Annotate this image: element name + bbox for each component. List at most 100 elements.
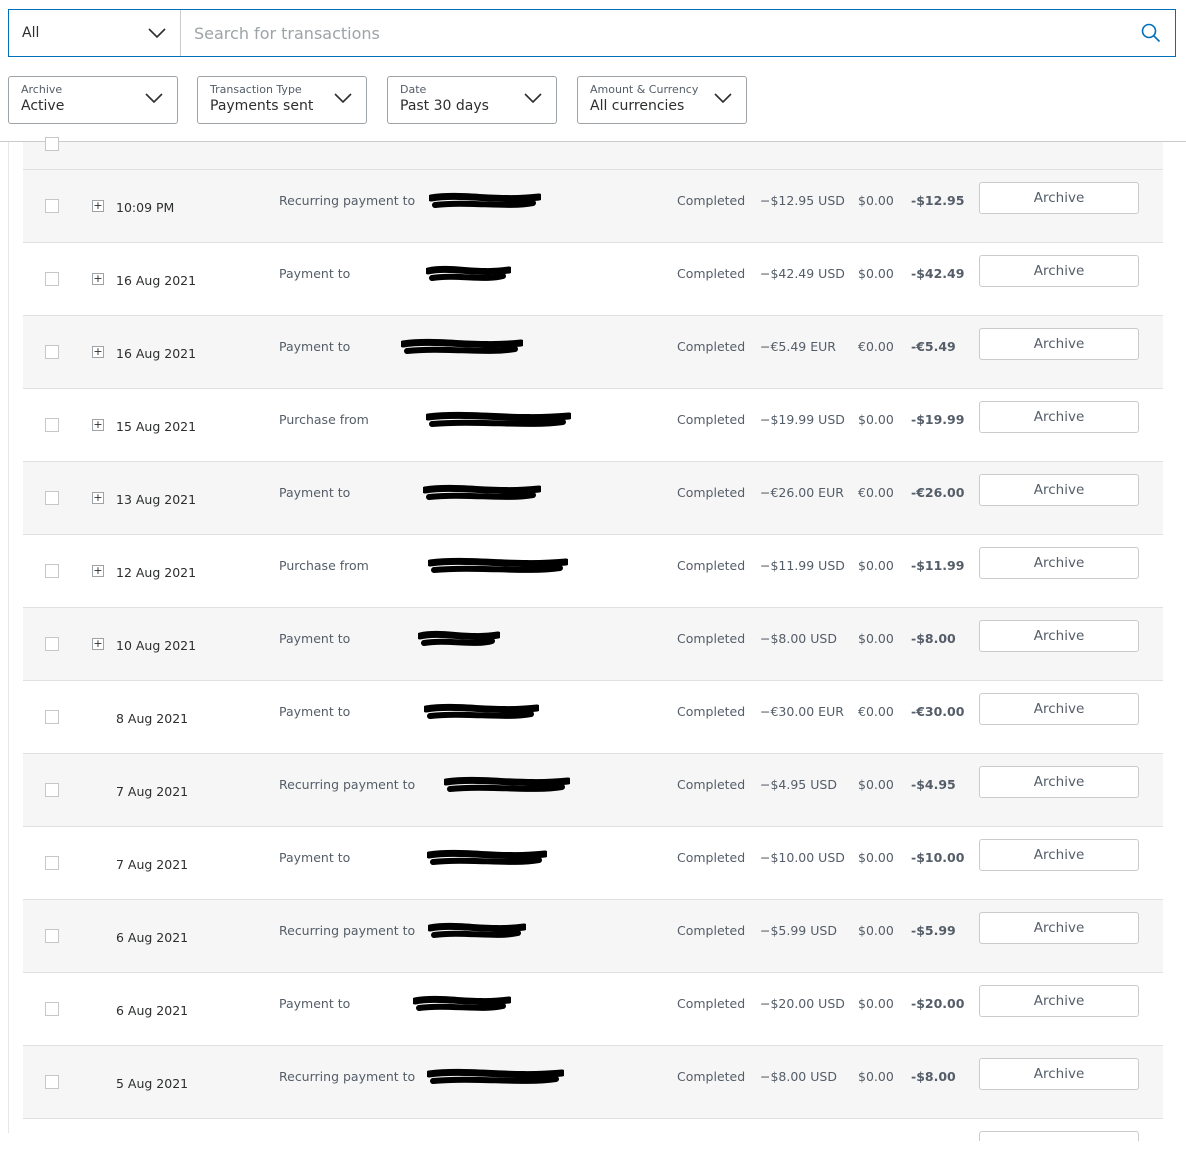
transaction-net: -$19.99 <box>911 412 965 427</box>
expand-icon[interactable]: + <box>92 200 104 212</box>
expand-icon[interactable]: + <box>92 565 104 577</box>
row-checkbox[interactable] <box>45 856 59 870</box>
filter-value: Past 30 days <box>400 98 489 114</box>
transaction-fee: $0.00 <box>858 412 894 427</box>
table-row[interactable]: 5 Aug 2021 Recurring payment to Completed −… <box>23 1046 1163 1119</box>
archive-button[interactable]: Archive <box>979 328 1139 360</box>
table-row <box>23 1119 1163 1159</box>
archive-button[interactable]: Archive <box>979 620 1139 652</box>
transaction-status: Completed <box>677 558 746 573</box>
archive-button[interactable]: Archive <box>979 766 1139 798</box>
transaction-fee: $0.00 <box>858 777 894 792</box>
table-row[interactable]: +10:09 PM Recurring payment to Completed −$… <box>23 170 1163 243</box>
transaction-date: 7 Aug 2021 <box>116 784 189 799</box>
table-row[interactable]: 7 Aug 2021 Recurring payment to Completed −… <box>23 754 1163 827</box>
expand-icon[interactable]: + <box>92 273 104 285</box>
table-row[interactable]: 7 Aug 2021 Payment to Completed −$10.00 USD… <box>23 827 1163 900</box>
redacted-counterparty <box>424 703 539 719</box>
table-row[interactable]: 6 Aug 2021 Payment to Completed −$20.00 USD… <box>23 973 1163 1046</box>
row-checkbox[interactable] <box>45 783 59 797</box>
table-row[interactable]: +10 Aug 2021 Payment to Completed −$8.00 US… <box>23 608 1163 681</box>
transaction-date: 6 Aug 2021 <box>116 1003 189 1018</box>
table-row[interactable]: +12 Aug 2021 Purchase from Completed −$11.9… <box>23 535 1163 608</box>
transaction-fee: $0.00 <box>858 923 894 938</box>
transaction-net: -$20.00 <box>911 996 965 1011</box>
filter-value: Active <box>21 98 65 114</box>
transaction-description: Purchase from <box>279 412 369 427</box>
transaction-fee: €0.00 <box>858 485 894 500</box>
filter-date[interactable]: Date Past 30 days <box>387 76 557 124</box>
archive-button[interactable]: Archive <box>979 985 1139 1017</box>
row-checkbox[interactable] <box>45 491 59 505</box>
filter-label: Date <box>400 83 427 96</box>
transaction-status: Completed <box>677 996 746 1011</box>
redacted-counterparty <box>427 1068 564 1084</box>
transaction-gross: −$12.95 USD <box>760 193 845 208</box>
search-scope-value: All <box>22 25 40 41</box>
transaction-date: 15 Aug 2021 <box>116 419 197 434</box>
redacted-counterparty <box>401 338 523 354</box>
transaction-status: Completed <box>677 412 746 427</box>
table-row[interactable]: +13 Aug 2021 Payment to Completed −€26.00 E… <box>23 462 1163 535</box>
chevron-down-icon <box>524 93 542 103</box>
table-row[interactable]: +16 Aug 2021 Payment to Completed −$42.49 U… <box>23 243 1163 316</box>
search-icon[interactable] <box>1141 23 1161 43</box>
row-checkbox[interactable] <box>45 272 59 286</box>
table-row[interactable]: 8 Aug 2021 Payment to Completed −€30.00 EUR… <box>23 681 1163 754</box>
filter-transaction-type[interactable]: Transaction Type Payments sent <box>197 76 367 124</box>
archive-button[interactable]: Archive <box>979 547 1139 579</box>
transaction-date: 16 Aug 2021 <box>116 273 197 288</box>
archive-button[interactable]: Archive <box>979 401 1139 433</box>
expand-icon[interactable]: + <box>92 419 104 431</box>
archive-button[interactable]: Archive <box>979 474 1139 506</box>
row-checkbox[interactable] <box>45 345 59 359</box>
transaction-status: Completed <box>677 193 746 208</box>
transaction-fee: €0.00 <box>858 339 894 354</box>
filter-archive[interactable]: Archive Active <box>8 76 178 124</box>
row-checkbox[interactable] <box>45 710 59 724</box>
transaction-date: 13 Aug 2021 <box>116 492 197 507</box>
transaction-description: Recurring payment to <box>279 923 416 938</box>
row-checkbox[interactable] <box>45 199 59 213</box>
archive-button[interactable]: Archive <box>979 1058 1139 1090</box>
filter-amount-currency[interactable]: Amount & Currency All currencies <box>577 76 747 124</box>
table-row[interactable]: +15 Aug 2021 Purchase from Completed −$19.9… <box>23 389 1163 462</box>
archive-button[interactable]: Archive <box>979 182 1139 214</box>
transaction-status: Completed <box>677 923 746 938</box>
transaction-fee: $0.00 <box>858 1069 894 1084</box>
transaction-status: Completed <box>677 850 746 865</box>
archive-button[interactable]: Archive <box>979 255 1139 287</box>
transaction-description: Payment to <box>279 850 351 865</box>
search-input[interactable] <box>192 22 1141 44</box>
transaction-gross: −$42.49 USD <box>760 266 845 281</box>
search-scope-dropdown[interactable]: All <box>9 10 181 56</box>
transaction-net: -€5.49 <box>911 339 956 354</box>
archive-button[interactable]: Archive <box>979 693 1139 725</box>
transaction-description: Recurring payment to <box>279 193 416 208</box>
filter-label: Amount & Currency <box>590 83 699 96</box>
row-checkbox[interactable] <box>45 929 59 943</box>
row-checkbox[interactable] <box>45 1075 59 1089</box>
transaction-status: Completed <box>677 485 746 500</box>
row-checkbox[interactable] <box>45 1002 59 1016</box>
table-header-row <box>23 137 1163 170</box>
table-row[interactable]: 6 Aug 2021 Recurring payment to Completed −… <box>23 900 1163 973</box>
table-row[interactable]: +16 Aug 2021 Payment to Completed −€5.49 EU… <box>23 316 1163 389</box>
transaction-net: -$42.49 <box>911 266 965 281</box>
expand-icon[interactable]: + <box>92 492 104 504</box>
transaction-net: -$5.99 <box>911 923 956 938</box>
transaction-gross: −€30.00 EUR <box>760 704 844 719</box>
row-checkbox[interactable] <box>45 564 59 578</box>
transaction-description: Payment to <box>279 631 351 646</box>
expand-icon[interactable]: + <box>92 346 104 358</box>
transaction-date: 7 Aug 2021 <box>116 857 189 872</box>
row-checkbox[interactable] <box>45 637 59 651</box>
archive-button[interactable]: Archive <box>979 912 1139 944</box>
archive-button[interactable]: Archive <box>979 839 1139 871</box>
chevron-down-icon <box>148 28 166 38</box>
transaction-status: Completed <box>677 704 746 719</box>
row-checkbox[interactable] <box>45 418 59 432</box>
select-all-checkbox[interactable] <box>45 137 59 151</box>
expand-icon[interactable]: + <box>92 638 104 650</box>
redacted-counterparty <box>429 192 541 208</box>
